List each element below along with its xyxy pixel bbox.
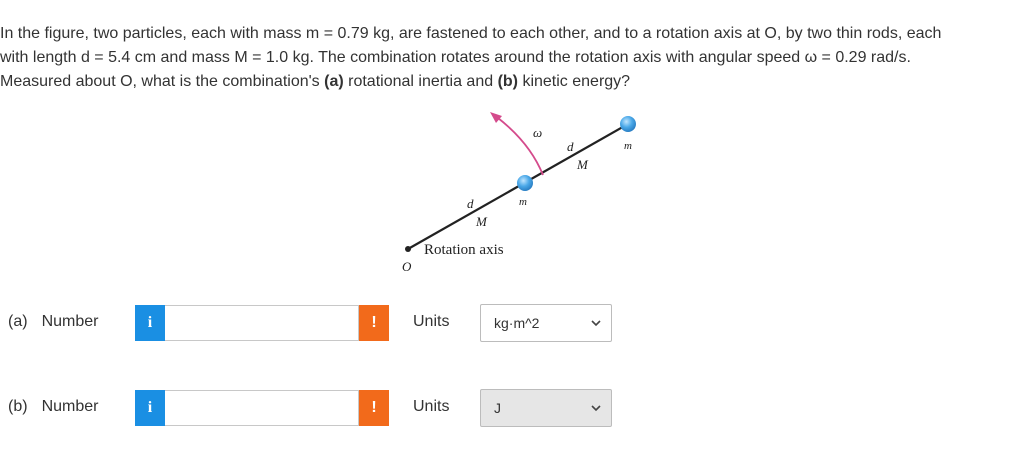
answer-input-b[interactable] xyxy=(165,390,359,426)
question-line-1: In the figure, two particles, each with … xyxy=(0,25,942,42)
part-a-label: (a) Number xyxy=(8,313,98,331)
chevron-down-icon xyxy=(591,405,601,412)
part-b-label: (b) Number xyxy=(8,398,98,416)
rotation-arrow-head xyxy=(490,112,502,123)
question-line-3-prefix: Measured about O, what is the combinatio… xyxy=(0,73,325,90)
question-part-a-ref: (a) xyxy=(324,73,344,90)
particle-outer xyxy=(620,116,636,132)
rotation-figure: ω d M m m d M Rotation axis O xyxy=(395,105,645,285)
question-line-3: Measured about O, what is the combinatio… xyxy=(0,70,1019,94)
chevron-down-icon xyxy=(591,320,601,327)
warning-icon[interactable]: ! xyxy=(359,390,389,426)
question-part-b-ref: (b) xyxy=(497,73,518,90)
question-line-3-suffix: kinetic energy? xyxy=(518,73,631,90)
question-line-2: with length d = 5.4 cm and mass M = 1.0 … xyxy=(0,49,911,66)
origin-label: O xyxy=(402,259,412,274)
units-value-b: J xyxy=(494,400,501,416)
d-label-lower: d xyxy=(467,196,474,211)
M-label-lower: M xyxy=(475,214,488,229)
axis-point xyxy=(405,246,411,252)
units-value-a: kg·m^2 xyxy=(494,315,540,331)
omega-label: ω xyxy=(533,125,542,140)
rotation-figure-svg: ω d M m m d M Rotation axis O xyxy=(402,112,636,274)
question-text: In the figure, two particles, each with … xyxy=(0,22,1019,94)
M-label-upper: M xyxy=(576,157,589,172)
m-label-middle: m xyxy=(519,196,527,208)
d-label-upper: d xyxy=(567,139,574,154)
part-a-tag: (a) xyxy=(8,313,28,330)
particle-middle xyxy=(517,175,533,191)
units-select-b[interactable]: J xyxy=(480,389,612,427)
units-label-b: Units xyxy=(413,398,450,415)
info-icon[interactable]: i xyxy=(135,305,165,341)
m-label-upper: m xyxy=(624,140,632,152)
warning-icon[interactable]: ! xyxy=(359,305,389,341)
units-label-a: Units xyxy=(413,313,450,330)
number-label-a: Number xyxy=(41,313,99,330)
info-icon[interactable]: i xyxy=(135,390,165,426)
answer-input-a[interactable] xyxy=(165,305,359,341)
rotation-axis-label: Rotation axis xyxy=(424,242,504,258)
units-select-a[interactable]: kg·m^2 xyxy=(480,304,612,342)
question-line-3-mid: rotational inertia and xyxy=(343,73,498,90)
number-label-b: Number xyxy=(41,398,99,415)
part-b-tag: (b) xyxy=(8,398,28,415)
